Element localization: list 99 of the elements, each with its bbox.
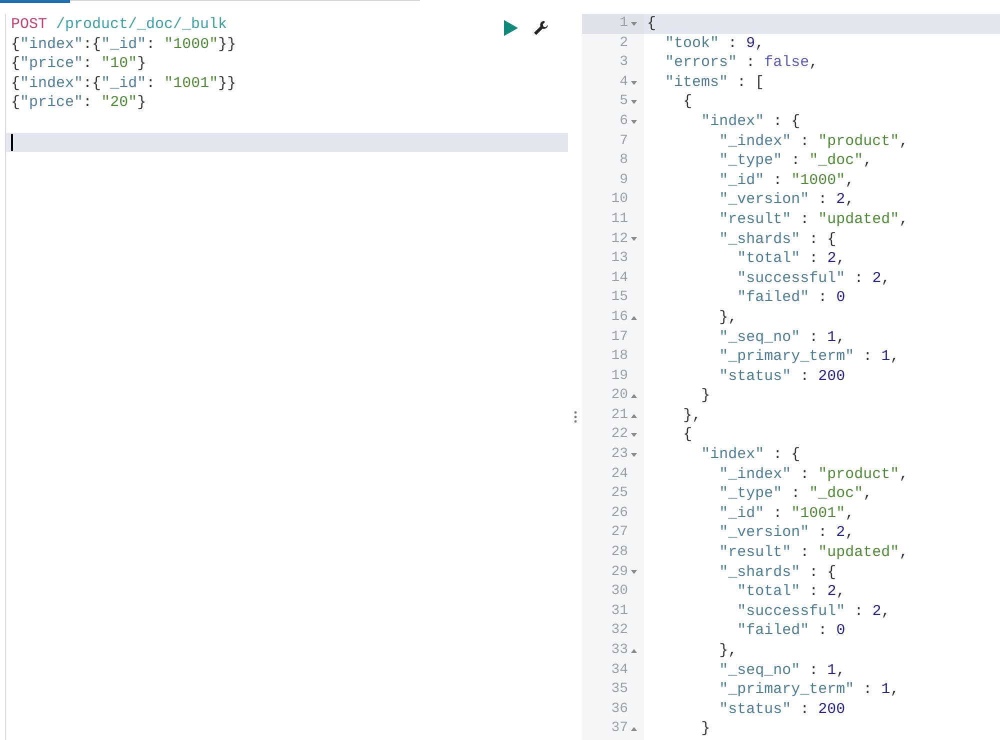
code-line: },: [718, 642, 738, 659]
line-number: 14: [611, 268, 628, 288]
line-number: 10: [611, 190, 628, 210]
line-number: 18: [611, 347, 628, 366]
code-line: }: [700, 720, 710, 738]
line-number: 26: [611, 504, 628, 523]
code-line: {: [647, 15, 656, 32]
code-line: "_version" : 2,: [718, 191, 854, 208]
code-line: "status" : 200: [718, 700, 846, 718]
line-number: 17: [611, 328, 628, 346]
fold-arrow-icon[interactable]: [631, 316, 637, 320]
code-line: "_primary_term" : 1,: [718, 348, 900, 366]
code-line: "_index" : "product",: [718, 132, 908, 150]
code-line: "took" : 9,: [664, 34, 764, 52]
line-number: 20: [611, 386, 628, 406]
line-number: 36: [611, 700, 628, 719]
fold-arrow-icon[interactable]: [631, 570, 637, 574]
line-number: 15: [611, 288, 628, 308]
line-number: 7: [620, 132, 628, 151]
code-line: "index" : {: [700, 446, 800, 464]
code-line: "failed" : 0: [736, 622, 846, 640]
play-icon: [504, 20, 518, 36]
line-number: 16: [611, 308, 628, 327]
line-number: 22: [611, 425, 628, 444]
line-number: 23: [611, 445, 628, 464]
code-line: "items" : [: [664, 74, 764, 91]
code-line: "_type" : "_doc",: [718, 152, 872, 170]
line-number: 4: [620, 72, 628, 92]
fold-arrow-icon[interactable]: [631, 394, 637, 398]
code-line: {"price": "10"}: [11, 54, 146, 74]
code-line: {: [682, 426, 692, 444]
line-number: 11: [611, 210, 628, 229]
line-number: 1: [620, 14, 628, 33]
line-number: 21: [611, 406, 628, 425]
code-line: "_version" : 2,: [718, 524, 854, 542]
request-line: POST /product/_doc/_bulk: [11, 15, 228, 35]
line-number: 35: [611, 680, 628, 700]
code-line: "result" : "updated",: [718, 210, 908, 228]
line-number: 30: [611, 582, 628, 602]
code-line: "_primary_term" : 1,: [718, 681, 900, 698]
line-number: 32: [611, 621, 628, 640]
tab-indicator: [0, 0, 70, 3]
line-number: 6: [620, 112, 628, 131]
code-line: "_id" : "1001",: [718, 504, 854, 522]
resize-handle-icon[interactable]: [574, 411, 576, 423]
line-number: 5: [620, 92, 628, 112]
line-number: 29: [611, 562, 628, 582]
code-line: },: [718, 308, 738, 326]
code-line: "_id" : "1000",: [718, 172, 854, 189]
line-number: 28: [611, 543, 628, 562]
line-number: 34: [611, 660, 628, 680]
line-number: 27: [611, 523, 628, 542]
line-number: 12: [611, 230, 628, 249]
code-line: "successful" : 2,: [736, 270, 890, 287]
fold-arrow-icon[interactable]: [631, 22, 637, 26]
code-line: "_shards" : {: [718, 564, 836, 581]
fold-arrow-icon[interactable]: [631, 414, 637, 418]
line-number: 33: [611, 641, 628, 660]
fold-arrow-icon[interactable]: [631, 727, 637, 732]
code-line: {: [682, 93, 692, 110]
line-number: 9: [620, 170, 628, 190]
code-line: "errors" : false,: [664, 54, 818, 72]
fold-arrow-icon[interactable]: [631, 452, 637, 457]
code-line: "_shards" : {: [718, 230, 836, 248]
line-number: 31: [611, 602, 628, 621]
code-line: "result" : "updated",: [718, 544, 908, 562]
line-number: 19: [611, 366, 628, 386]
code-line: "failed" : 0: [736, 289, 846, 306]
code-line: "_seq_no" : 1,: [718, 662, 846, 679]
code-line: "total" : 2,: [736, 250, 846, 268]
code-line: {"index":{"_id": "1001"}}: [11, 74, 236, 94]
fold-arrow-icon[interactable]: [631, 648, 637, 653]
fold-arrow-icon[interactable]: [631, 120, 637, 124]
code-line: "total" : 2,: [736, 583, 846, 600]
text-cursor: [11, 134, 13, 151]
line-number: 8: [620, 151, 628, 170]
code-line: "index" : {: [700, 112, 800, 130]
code-line: },: [682, 406, 702, 424]
line-number: 13: [611, 249, 628, 268]
code-line: "status" : 200: [718, 368, 846, 385]
code-line: "_seq_no" : 1,: [718, 328, 846, 346]
line-number: 37: [611, 719, 628, 738]
line-number: 2: [620, 34, 628, 53]
settings-button[interactable]: [532, 18, 550, 38]
fold-arrow-icon[interactable]: [631, 433, 637, 438]
code-line: }: [700, 387, 710, 404]
fold-arrow-icon[interactable]: [631, 100, 637, 104]
code-line: {"price": "20"}: [11, 93, 146, 113]
code-line: "_index" : "product",: [718, 466, 908, 483]
code-line: {"index":{"_id": "1000"}}: [11, 34, 236, 54]
code-line: "_type" : "_doc",: [718, 485, 872, 502]
run-button[interactable]: [502, 18, 520, 38]
line-number: 24: [611, 464, 628, 484]
fold-arrow-icon[interactable]: [631, 80, 637, 85]
wrench-icon: [533, 20, 549, 36]
line-number: 25: [611, 484, 628, 504]
line-number: 3: [620, 53, 628, 72]
code-line: "successful" : 2,: [736, 602, 890, 620]
fold-arrow-icon[interactable]: [631, 237, 637, 242]
